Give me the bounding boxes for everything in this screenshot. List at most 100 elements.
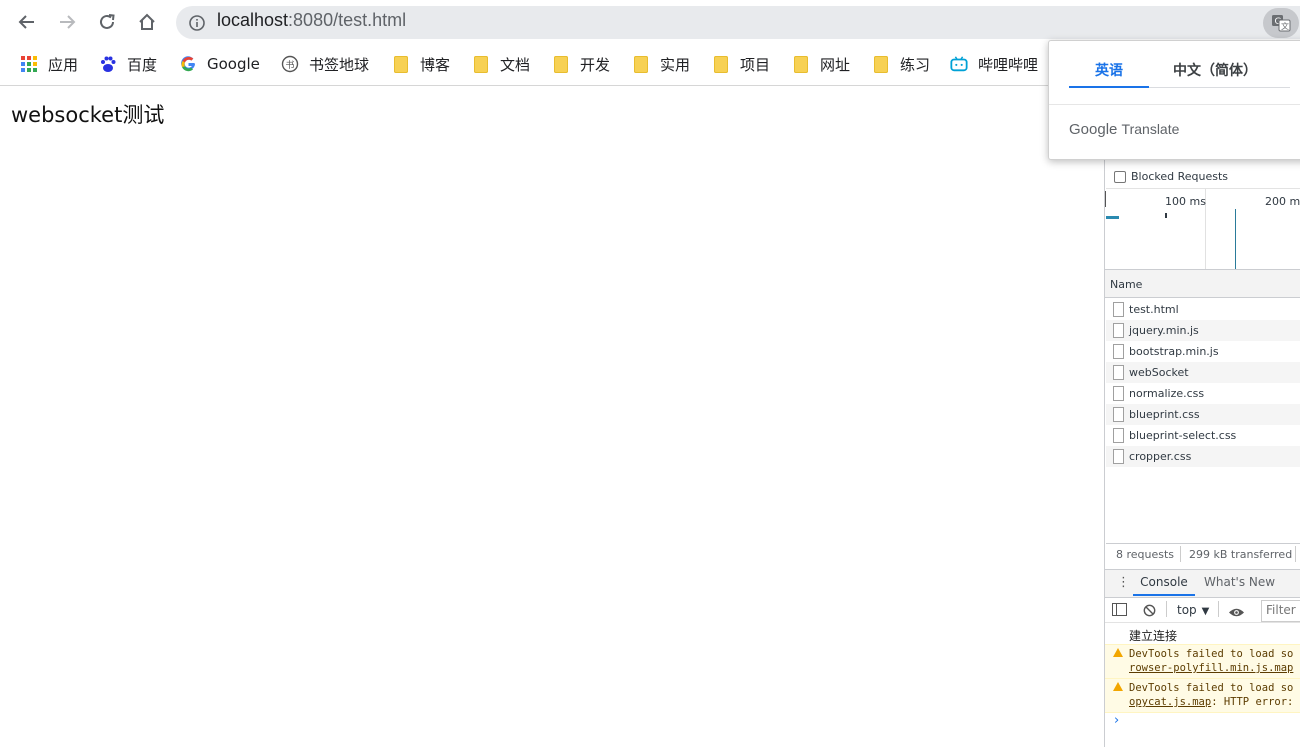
execution-context-select[interactable]: top ▼ — [1177, 603, 1209, 617]
tab-console[interactable]: Console — [1133, 575, 1195, 589]
filter-placeholder: Filter — [1266, 603, 1296, 617]
console-sidebar-toggle-icon[interactable] — [1112, 603, 1127, 616]
warning-icon — [1113, 682, 1123, 691]
source-map-link[interactable]: opycat.js.map — [1129, 696, 1211, 708]
request-name: test.html — [1129, 303, 1179, 316]
request-name: bootstrap.min.js — [1129, 345, 1219, 358]
warning-source: opycat.js.map: HTTP error: — [1129, 696, 1293, 708]
folder-icon — [392, 55, 410, 73]
document-icon — [1113, 449, 1124, 464]
request-row[interactable]: test.html — [1106, 299, 1300, 320]
folder-icon — [472, 55, 490, 73]
timeline-bar — [1165, 213, 1167, 218]
brand-translate: Translate — [1121, 121, 1180, 137]
warning-text: DevTools failed to load so — [1129, 682, 1294, 694]
request-row[interactable]: bootstrap.min.js — [1106, 341, 1300, 362]
request-name: blueprint.css — [1129, 408, 1200, 421]
bookmark-globe-icon: 书 — [281, 55, 299, 73]
forward-button[interactable] — [53, 8, 81, 36]
arrow-right-icon — [60, 15, 76, 29]
name-column-header[interactable]: Name — [1110, 278, 1142, 291]
folder-icon — [792, 55, 810, 73]
request-row[interactable]: webSocket — [1106, 362, 1300, 383]
bookmark-baidu[interactable]: 百度 — [99, 53, 157, 75]
live-expression-eye-icon[interactable] — [1228, 603, 1245, 617]
document-icon — [1113, 407, 1124, 422]
bookmark-folder-blog[interactable]: 博客 — [392, 53, 450, 75]
popup-divider — [1049, 104, 1300, 105]
svg-text:书: 书 — [286, 60, 295, 71]
document-icon — [1113, 344, 1124, 359]
request-row[interactable]: blueprint-select.css — [1106, 425, 1300, 446]
console-prompt[interactable]: › — [1114, 713, 1119, 728]
request-row[interactable]: jquery.min.js — [1106, 320, 1300, 341]
warning-text: DevTools failed to load so — [1129, 648, 1294, 660]
home-button[interactable] — [133, 8, 161, 36]
site-info-icon[interactable] — [186, 12, 208, 34]
blocked-requests-checkbox[interactable] — [1114, 171, 1126, 183]
bookmark-folder-docs[interactable]: 文档 — [472, 53, 530, 75]
bookmark-folder-urls[interactable]: 网址 — [792, 53, 850, 75]
source-map-link[interactable]: rowser-polyfill.min.js.map — [1129, 662, 1293, 674]
page-heading: websocket测试 — [11, 103, 165, 127]
tab-console-underline — [1133, 594, 1195, 596]
translate-icon: G文 — [1272, 15, 1291, 32]
more-options-icon[interactable]: ⋮ — [1117, 575, 1130, 590]
bookmark-folder-dev[interactable]: 开发 — [552, 53, 610, 75]
document-icon — [1113, 428, 1124, 443]
translate-button[interactable]: G文 — [1263, 8, 1299, 38]
folder-icon — [552, 55, 570, 73]
bookmark-bilibili[interactable]: 哔哩哔哩 — [950, 53, 1038, 75]
reload-button[interactable] — [93, 8, 121, 36]
apps-grid-icon — [20, 55, 38, 73]
request-row[interactable]: blueprint.css — [1106, 404, 1300, 425]
timeline-start-mark — [1105, 191, 1106, 207]
translate-tab-underline — [1069, 86, 1149, 88]
request-row[interactable]: cropper.css — [1106, 446, 1300, 467]
dropdown-arrow-icon: ▼ — [1201, 606, 1210, 617]
summary-transferred: 299 kB transferred — [1189, 548, 1293, 561]
back-button[interactable] — [13, 8, 41, 36]
folder-icon — [872, 55, 890, 73]
document-icon — [1113, 302, 1124, 317]
bookmark-label: 网址 — [820, 55, 851, 74]
console-warning: DevTools failed to load so rowser-polyfi… — [1105, 644, 1300, 679]
svg-text:文: 文 — [1281, 21, 1289, 31]
url-host: localhost — [217, 10, 289, 30]
reload-icon — [100, 14, 115, 29]
warning-detail: : HTTP error: — [1211, 696, 1294, 708]
document-icon — [1113, 365, 1124, 380]
bookmark-label: 练习 — [900, 55, 931, 74]
translate-tab-source[interactable]: 英语 — [1069, 60, 1149, 80]
bookmark-folder-utility[interactable]: 实用 — [632, 53, 690, 75]
bookmark-label: 项目 — [740, 55, 771, 74]
clear-console-icon[interactable] — [1143, 602, 1156, 617]
toolbar-divider — [1166, 601, 1167, 617]
bookmark-label: 百度 — [127, 55, 158, 74]
timeline-load-marker — [1235, 209, 1236, 269]
bilibili-tv-icon — [950, 55, 968, 73]
url-path: :8080/test.html — [288, 10, 407, 30]
google-translate-logo: Google Translate — [1069, 121, 1179, 138]
request-row[interactable]: normalize.css — [1106, 383, 1300, 404]
bookmark-label: 博客 — [420, 55, 451, 74]
bookmark-google[interactable]: Google — [179, 53, 260, 75]
bookmark-folder-projects[interactable]: 项目 — [712, 53, 770, 75]
blocked-requests-label: Blocked Requests — [1131, 170, 1229, 183]
bookmark-apps[interactable]: 应用 — [20, 53, 78, 75]
toolbar-divider — [1218, 601, 1219, 617]
bookmark-folder-practice[interactable]: 练习 — [872, 53, 930, 75]
url-text[interactable]: localhost:8080/test.html — [217, 10, 406, 31]
timeline-bar — [1106, 216, 1119, 219]
tab-whats-new[interactable]: What's New — [1204, 575, 1275, 589]
bookmark-shuqian[interactable]: 书 书签地球 — [281, 53, 369, 75]
translate-tab-target[interactable]: 中文（简体） — [1160, 60, 1270, 80]
request-name: cropper.css — [1129, 450, 1192, 463]
document-icon — [1113, 386, 1124, 401]
arrow-left-icon — [18, 15, 34, 29]
folder-icon — [632, 55, 650, 73]
warning-icon — [1113, 648, 1123, 657]
console-warning: DevTools failed to load so opycat.js.map… — [1105, 678, 1300, 713]
summary-divider — [1295, 546, 1296, 562]
request-name: jquery.min.js — [1129, 324, 1199, 337]
